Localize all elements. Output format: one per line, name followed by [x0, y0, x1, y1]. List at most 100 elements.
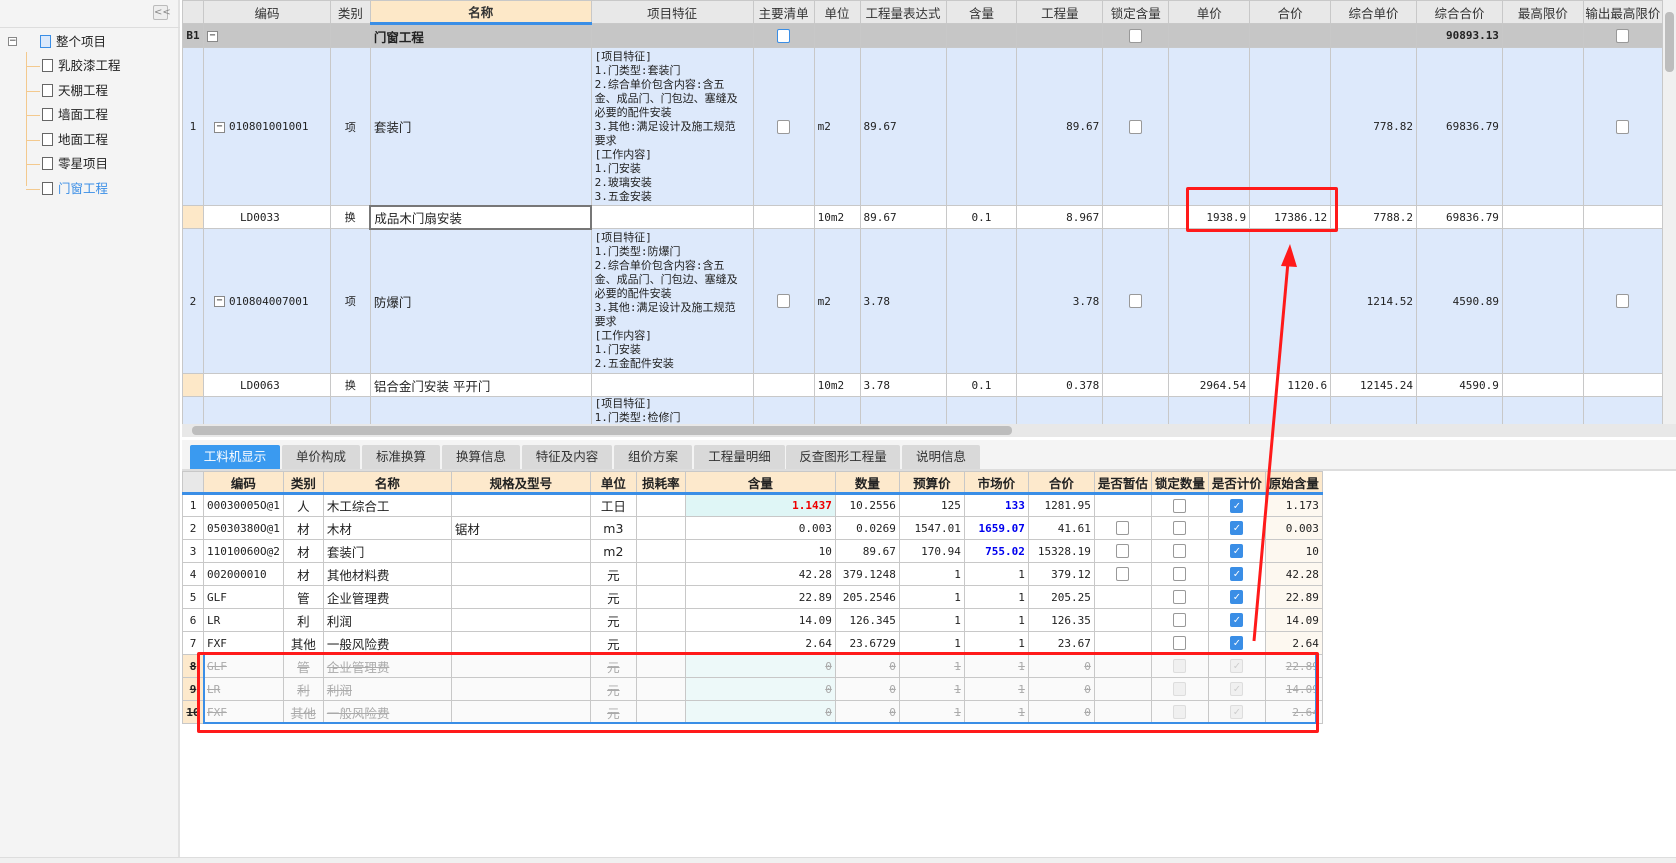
column-header[interactable]: 名称 — [322, 471, 452, 495]
checkbox[interactable] — [1173, 682, 1187, 696]
column-header[interactable]: 锁定含量 — [1102, 0, 1170, 24]
tree-item[interactable]: 零星项目 — [42, 154, 108, 174]
column-header[interactable]: 编码 — [203, 471, 284, 495]
column-header[interactable]: 合价 — [1249, 0, 1332, 24]
checkbox[interactable]: ✓ — [1230, 682, 1244, 696]
column-header[interactable]: 规格及型号 — [450, 471, 591, 495]
checkbox[interactable]: ✓ — [1230, 498, 1244, 513]
checkbox[interactable]: ✓ — [1230, 613, 1244, 627]
column-header[interactable]: 原始含量 — [1264, 471, 1323, 495]
bill-row[interactable]: LD0033 换 成品木门扇安装 10m2 89.67 0.1 8.967 1938.9 173… — [182, 204, 1663, 230]
bill-row[interactable]: B1− 门窗工程 90893.13 — [182, 23, 1663, 48]
resource-row[interactable]: 1 00030005O@1 人木工综合工 工日 1.1437 10.2556 125 133 1… — [182, 493, 1323, 517]
resource-row[interactable]: 9 LR 利利润元 0 0 1 1 0 ✓ 14.09 — [182, 677, 1323, 701]
tab[interactable]: 反查图形工程量 — [786, 445, 900, 469]
tab[interactable]: 工程量明细 — [694, 445, 785, 469]
bill-row[interactable]: 1 −010801001001 项 套装门 [项目特征] 1.门类型:套装门 2.综合单价包… — [182, 47, 1663, 206]
checkbox[interactable] — [1173, 705, 1187, 719]
vertical-scrollbar[interactable] — [1663, 0, 1676, 424]
bill-row[interactable]: [项目特征] 1.门类型:检修门 — [182, 396, 1663, 424]
checkbox[interactable] — [777, 28, 791, 43]
column-header[interactable]: 数量 — [834, 471, 900, 495]
checkbox[interactable]: ✓ — [1230, 544, 1244, 558]
column-header[interactable]: 综合单价 — [1330, 0, 1418, 24]
column-header[interactable]: 是否暂估 — [1093, 471, 1152, 495]
collapse-row-icon[interactable]: − — [213, 121, 225, 133]
resource-row[interactable]: 8 GLF 管企业管理费元 0 0 1 1 0 ✓ 22.89 — [182, 654, 1323, 678]
column-header[interactable]: 含量 — [684, 471, 836, 495]
tab[interactable]: 标准换算 — [362, 445, 440, 469]
checkbox[interactable] — [1173, 498, 1187, 513]
checkbox[interactable] — [1173, 613, 1187, 627]
checkbox[interactable]: ✓ — [1230, 567, 1244, 581]
column-header[interactable]: 合价 — [1027, 471, 1095, 495]
tree-item[interactable]: 地面工程 — [42, 130, 108, 150]
resource-row[interactable]: 6 LR 利利润元 14.09 126.345 1 1 126.35 ✓ 14.09 — [182, 608, 1323, 632]
column-header[interactable]: 工程量 — [1016, 0, 1104, 24]
checkbox[interactable] — [1116, 567, 1130, 581]
checkbox[interactable] — [1116, 521, 1130, 535]
checkbox[interactable]: ✓ — [1230, 705, 1244, 719]
checkbox[interactable]: ✓ — [1230, 590, 1244, 604]
column-header[interactable]: 市场价 — [963, 471, 1029, 495]
column-header[interactable]: 类别 — [282, 471, 324, 495]
column-header[interactable]: 预算价 — [898, 471, 965, 495]
bill-row[interactable]: LD0063 换 铝合金门安装 平开门 10m2 3.78 0.1 0.378 2964.54… — [182, 373, 1663, 397]
collapse-panel-button[interactable]: << — [153, 5, 171, 20]
checkbox[interactable] — [1173, 590, 1187, 604]
collapse-row-icon[interactable]: − — [213, 296, 225, 307]
checkbox[interactable] — [777, 294, 791, 308]
column-header[interactable]: 主要清单 — [752, 0, 815, 24]
tree-item[interactable]: 门窗工程 — [42, 179, 108, 199]
resource-row[interactable]: 5 GLF 管企业管理费元 22.89 205.2546 1 1 205.25 ✓ 22.89 — [182, 585, 1323, 609]
tab[interactable]: 组价方案 — [614, 445, 692, 469]
checkbox[interactable] — [1616, 294, 1630, 308]
resource-row[interactable]: 7 FXF 其他 一般风险费元 2.64 23.6729 1 1 23.67 ✓ 2.64 — [182, 631, 1323, 655]
tree-item[interactable]: 天棚工程 — [42, 81, 108, 101]
checkbox[interactable]: ✓ — [1230, 659, 1244, 673]
bill-row[interactable]: 2 −010804007001 项 防爆门 [项目特征] 1.门类型:防爆门 2.综合单价包… — [182, 228, 1663, 374]
scrollbar-thumb[interactable] — [192, 426, 1012, 435]
column-header[interactable]: 最高限价 — [1501, 0, 1584, 24]
checkbox[interactable] — [1173, 567, 1187, 581]
column-header[interactable]: 损耗率 — [635, 471, 686, 495]
tab[interactable]: 单价构成 — [282, 445, 360, 469]
resource-row[interactable]: 10 FXF 其他 一般风险费元 0 0 1 1 0 ✓ 2.64 — [182, 700, 1323, 724]
scrollbar-thumb[interactable] — [1665, 12, 1674, 72]
checkbox[interactable] — [777, 119, 791, 134]
tab[interactable]: 换算信息 — [442, 445, 520, 469]
collapse-node-icon[interactable]: − — [8, 37, 17, 46]
column-header[interactable]: 输出最高限价 — [1582, 0, 1663, 24]
column-header[interactable]: 工程量表达式 — [859, 0, 947, 24]
tree-root[interactable]: − 整个项目 — [8, 32, 106, 52]
tab[interactable]: 工料机显示 — [190, 445, 280, 469]
collapse-row-icon[interactable]: − — [206, 30, 218, 42]
checkbox[interactable] — [1616, 28, 1630, 43]
column-header[interactable]: 锁定数量 — [1150, 471, 1209, 495]
horizontal-scrollbar[interactable] — [182, 424, 1676, 437]
checkbox[interactable] — [1116, 544, 1130, 558]
checkbox[interactable] — [1616, 119, 1630, 134]
checkbox[interactable] — [1129, 119, 1143, 134]
column-header[interactable]: 含量 — [945, 0, 1018, 24]
resource-row[interactable]: 2 05030380O@1 材木材 锯材 m3 0.003 0.0269 1547.01 165… — [182, 516, 1323, 540]
column-header[interactable] — [182, 471, 204, 495]
column-header[interactable]: 编码 — [202, 0, 331, 24]
column-header[interactable]: 综合合价 — [1416, 0, 1503, 24]
checkbox[interactable] — [1173, 659, 1187, 673]
column-header[interactable]: 是否计价 — [1207, 471, 1266, 495]
resource-row[interactable]: 3 11010060O@2 材套装门 m2 10 89.67 170.94 755.02 153… — [182, 539, 1323, 563]
checkbox[interactable]: ✓ — [1230, 521, 1244, 535]
tree-item[interactable]: 墙面工程 — [42, 105, 108, 125]
checkbox[interactable] — [1173, 521, 1187, 535]
checkbox[interactable] — [1173, 636, 1187, 650]
column-header[interactable]: 单价 — [1168, 0, 1251, 24]
tab[interactable]: 特征及内容 — [522, 445, 612, 469]
column-header[interactable]: 类别 — [329, 0, 371, 24]
tab[interactable]: 说明信息 — [902, 445, 980, 469]
checkbox[interactable]: ✓ — [1230, 636, 1244, 650]
checkbox[interactable] — [1129, 294, 1143, 308]
tree-item[interactable]: 乳胶漆工程 — [42, 56, 121, 76]
column-header[interactable] — [182, 0, 204, 24]
column-header[interactable]: 名称 — [369, 0, 592, 25]
